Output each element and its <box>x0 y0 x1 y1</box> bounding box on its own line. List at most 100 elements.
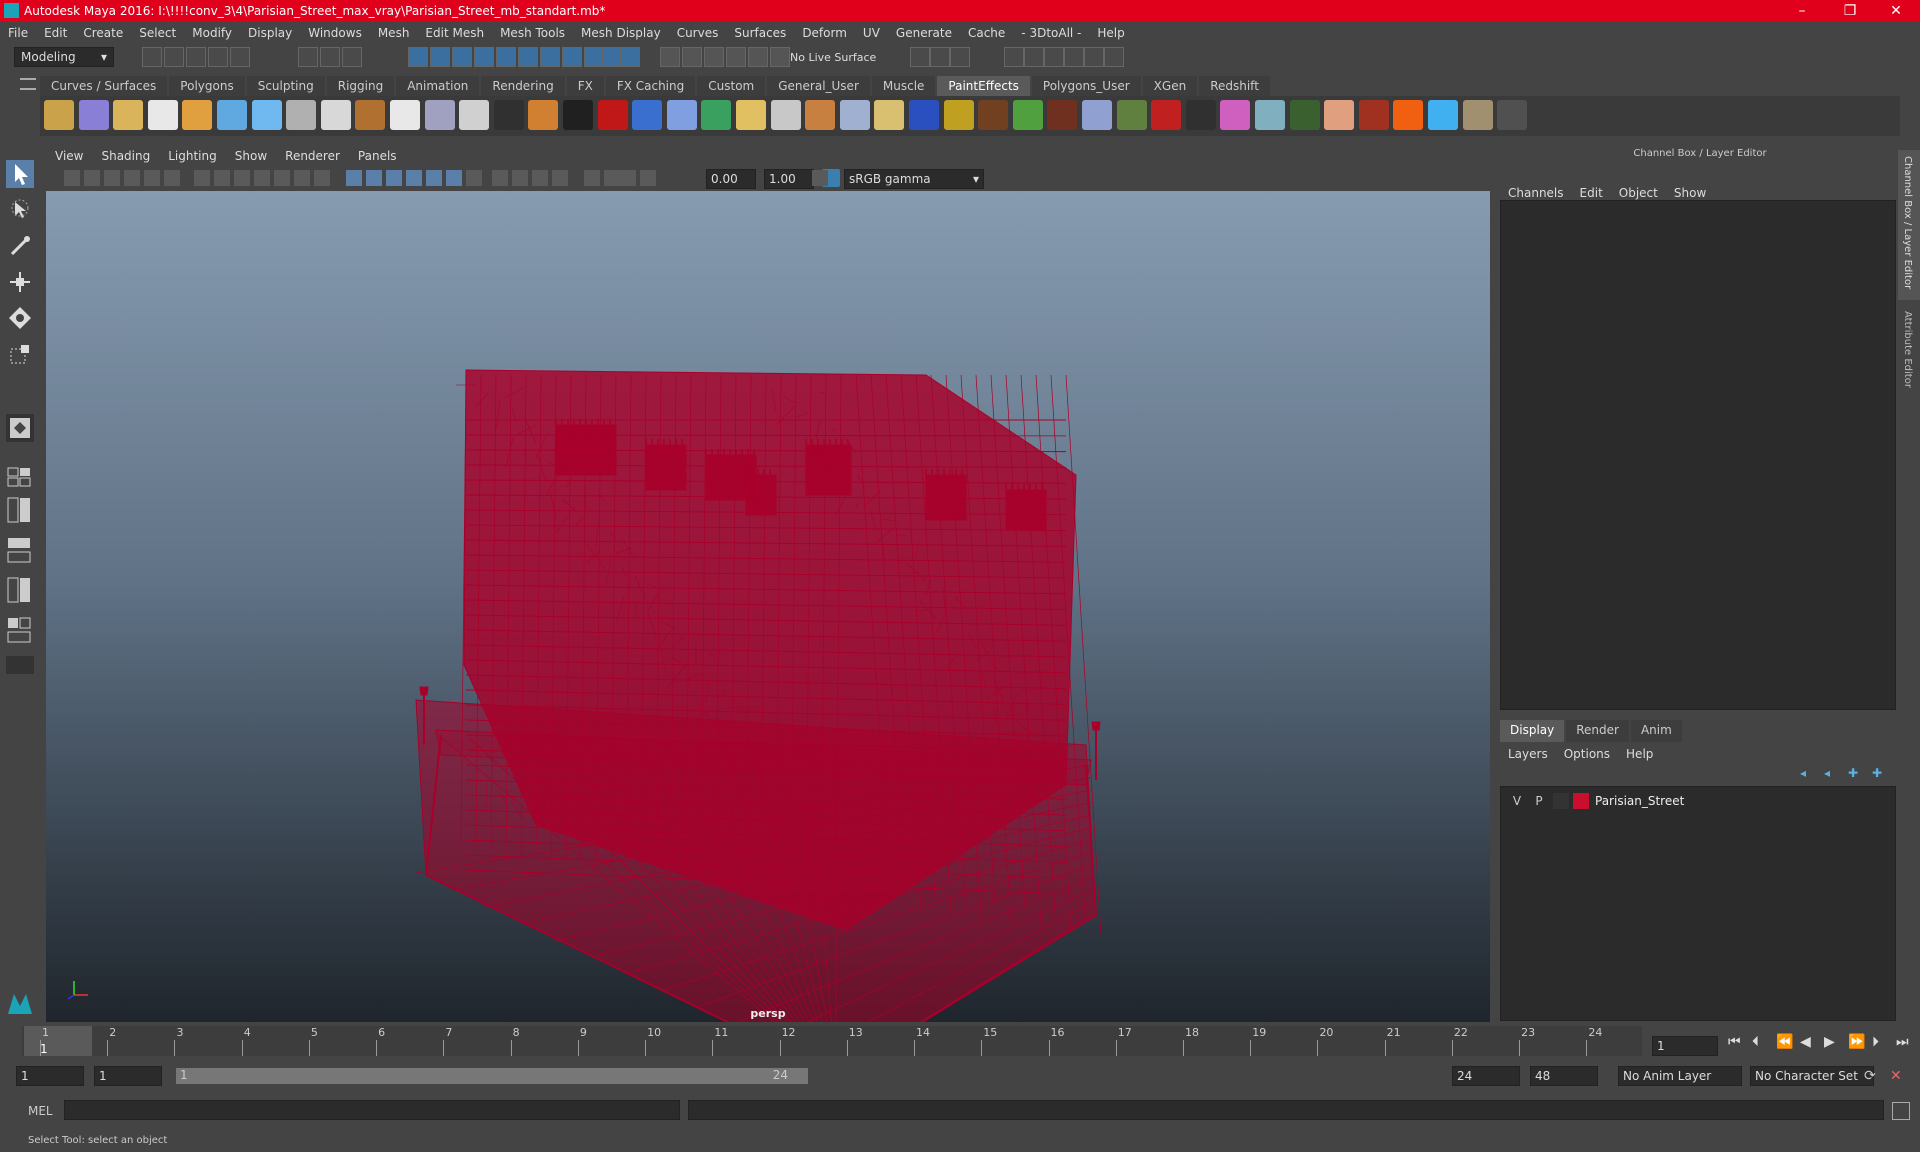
paint-effects-brush-icon[interactable] <box>1151 100 1182 130</box>
gamma-field[interactable]: 1.00 <box>764 169 814 189</box>
toolbar-tool-icon[interactable] <box>602 47 622 67</box>
paint-effects-brush-icon[interactable] <box>1047 100 1078 130</box>
layer-display-type[interactable] <box>1553 793 1569 809</box>
range-slider[interactable]: 1 24 <box>176 1068 808 1084</box>
viewport-tool-icon[interactable] <box>254 170 270 186</box>
new-layer-icon[interactable]: ✚ <box>1848 766 1858 780</box>
paint-effects-brush-icon[interactable] <box>805 100 836 130</box>
shelf-tab-rigging[interactable]: Rigging <box>326 76 395 96</box>
layer-tab-anim[interactable]: Anim <box>1630 720 1682 742</box>
toolbar-tool-icon[interactable] <box>950 47 970 67</box>
menu-curves[interactable]: Curves <box>669 26 727 40</box>
toolbar-tool-icon[interactable] <box>562 47 582 67</box>
layer-row[interactable]: V P Parisian_Street <box>1505 791 1891 811</box>
mode-selector[interactable]: Modeling ▾ <box>14 47 114 67</box>
paint-effects-brush-icon[interactable] <box>528 100 559 130</box>
viewport-tool-icon[interactable] <box>274 170 290 186</box>
toolbar-tool-icon[interactable] <box>620 47 640 67</box>
toolbar-tool-icon[interactable] <box>770 47 790 67</box>
viewport-menu-renderer[interactable]: Renderer <box>276 149 349 163</box>
menu-deform[interactable]: Deform <box>794 26 855 40</box>
playback-start-field[interactable]: 1 <box>94 1066 162 1086</box>
step-back-key-icon[interactable]: ⏪ <box>1776 1034 1793 1050</box>
toolbar-tool-icon[interactable] <box>142 47 162 67</box>
paint-select-tool-icon[interactable] <box>6 232 34 260</box>
toolbar-tool-icon[interactable] <box>230 47 250 67</box>
viewport-tool-icon[interactable] <box>512 170 528 186</box>
move-layer-up-icon[interactable]: ◂ <box>1800 766 1806 780</box>
viewport-menu-panels[interactable]: Panels <box>349 149 406 163</box>
viewport-tool-icon[interactable] <box>124 170 140 186</box>
end-time-field[interactable]: 48 <box>1530 1066 1598 1086</box>
menu-display[interactable]: Display <box>240 26 300 40</box>
toolbar-tool-icon[interactable] <box>1084 47 1104 67</box>
live-surface-field[interactable]: No Live Surface <box>790 48 900 68</box>
paint-effects-brush-icon[interactable] <box>493 100 524 130</box>
exposure-field[interactable]: 0.00 <box>706 169 756 189</box>
paint-effects-brush-icon[interactable] <box>424 100 455 130</box>
viewport-tool-icon[interactable] <box>164 170 180 186</box>
menu-windows[interactable]: Windows <box>300 26 370 40</box>
shelf-tab-fx[interactable]: FX <box>566 76 604 96</box>
toolbar-tool-icon[interactable] <box>474 47 494 67</box>
close-button[interactable]: ✕ <box>1874 0 1918 22</box>
layout-graph-icon[interactable] <box>6 576 34 606</box>
layer-visibility-toggle[interactable]: V <box>1509 794 1525 808</box>
toolbar-tool-icon[interactable] <box>518 47 538 67</box>
layout-four-icon[interactable] <box>6 466 34 488</box>
step-forward-icon[interactable]: ⏵ <box>1872 1034 1879 1050</box>
paint-effects-brush-icon[interactable] <box>320 100 351 130</box>
shelf-tab-rendering[interactable]: Rendering <box>481 76 565 96</box>
layout-side-icon[interactable] <box>6 496 34 526</box>
anim-prefs-icon[interactable]: ⟳ <box>1864 1068 1876 1084</box>
play-backward-icon[interactable]: ◀ <box>1800 1034 1811 1050</box>
toolbar-tool-icon[interactable] <box>320 47 340 67</box>
go-to-start-icon[interactable]: ⏮ <box>1728 1034 1741 1050</box>
command-input[interactable] <box>64 1100 680 1120</box>
menu-create[interactable]: Create <box>75 26 131 40</box>
toolbar-tool-icon[interactable] <box>1104 47 1124 67</box>
menu-uv[interactable]: UV <box>855 26 888 40</box>
paint-effects-brush-icon[interactable] <box>839 100 870 130</box>
toolbar-tool-icon[interactable] <box>298 47 318 67</box>
shelf-tab-fx-caching[interactable]: FX Caching <box>605 76 696 96</box>
layout-hypershade-icon[interactable] <box>6 616 34 646</box>
layout-outliner-icon[interactable] <box>6 536 34 566</box>
viewport-tool-icon[interactable] <box>84 170 100 186</box>
shelf-tab-xgen[interactable]: XGen <box>1142 76 1198 96</box>
paint-effects-brush-icon[interactable] <box>943 100 974 130</box>
layer-tab-render[interactable]: Render <box>1566 720 1629 742</box>
toolbar-tool-icon[interactable] <box>704 47 724 67</box>
lasso-tool-icon[interactable] <box>6 196 34 224</box>
paint-effects-brush-icon[interactable] <box>1324 100 1355 130</box>
shelf-menu-icon[interactable] <box>20 78 36 90</box>
toolbar-tool-icon[interactable] <box>726 47 746 67</box>
toolbar-tool-icon[interactable] <box>660 47 680 67</box>
viewport-tool-icon[interactable] <box>620 170 636 186</box>
toolbar-tool-icon[interactable] <box>910 47 930 67</box>
paint-effects-brush-icon[interactable] <box>909 100 939 130</box>
viewport-tool-icon[interactable] <box>214 170 230 186</box>
paint-effects-brush-icon[interactable] <box>978 100 1009 130</box>
viewport-menu-lighting[interactable]: Lighting <box>159 149 226 163</box>
paint-effects-brush-icon[interactable] <box>78 100 109 130</box>
shelf-tab-animation[interactable]: Animation <box>396 76 480 96</box>
viewport-tool-icon[interactable] <box>366 170 382 186</box>
viewport-tool-icon[interactable] <box>314 170 330 186</box>
menu-file[interactable]: File <box>0 26 36 40</box>
time-slider[interactable]: 1 1 2 3 4 5 6 7 8 9 10 11 12 13 14 15 16 17 18 19 20 21 22 23 2… <box>22 1026 1642 1056</box>
menu-generate[interactable]: Generate <box>888 26 960 40</box>
shelf-tab-sculpting[interactable]: Sculpting <box>246 76 325 96</box>
paint-effects-brush-icon[interactable] <box>1082 100 1112 130</box>
toolbar-tool-icon[interactable] <box>930 47 950 67</box>
paint-effects-brush-icon[interactable] <box>147 100 178 130</box>
layout-single-icon[interactable] <box>6 414 34 442</box>
viewport-tool-icon[interactable] <box>492 170 508 186</box>
character-set-dropdown[interactable]: No Character Set <box>1750 1066 1874 1086</box>
channel-box-menu-show[interactable]: Show <box>1666 186 1714 200</box>
select-tool-icon[interactable] <box>6 160 34 188</box>
toolbar-tool-icon[interactable] <box>748 47 768 67</box>
shelf-tab-muscle[interactable]: Muscle <box>871 76 936 96</box>
shelf-tab-curves-surfaces[interactable]: Curves / Surfaces <box>40 76 168 96</box>
viewport-tool-icon[interactable] <box>584 170 600 186</box>
